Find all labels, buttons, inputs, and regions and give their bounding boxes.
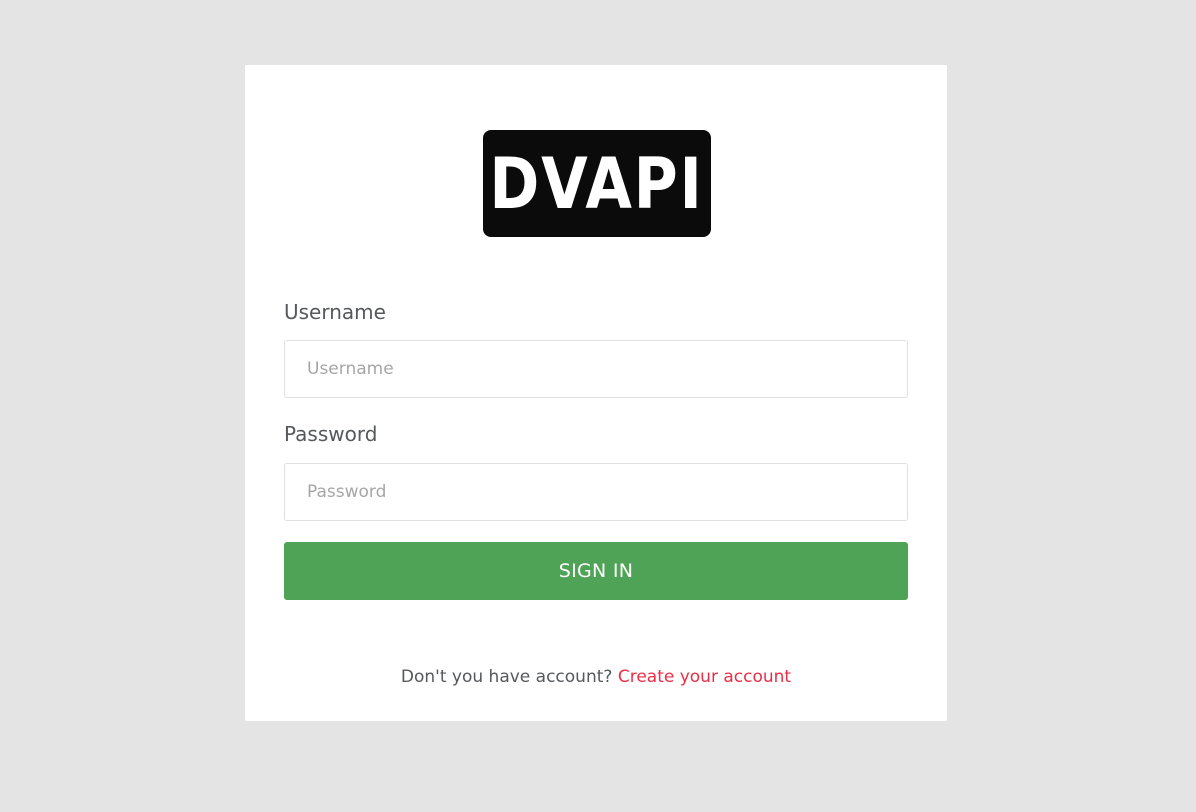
password-input[interactable] [284,463,908,521]
dvapi-logo: DVAPI [483,130,711,237]
username-input[interactable] [284,340,908,398]
logo-text: DVAPI [489,142,705,225]
create-account-link[interactable]: Create your account [618,667,791,687]
password-label: Password [284,422,378,446]
login-card: DVAPI Username Password SIGN IN Don't yo… [245,65,947,721]
sign-in-button[interactable]: SIGN IN [284,542,908,600]
signup-prompt: Don't you have account? Create your acco… [245,669,947,686]
signup-prompt-text: Don't you have account? [400,667,613,687]
username-label: Username [284,300,386,324]
